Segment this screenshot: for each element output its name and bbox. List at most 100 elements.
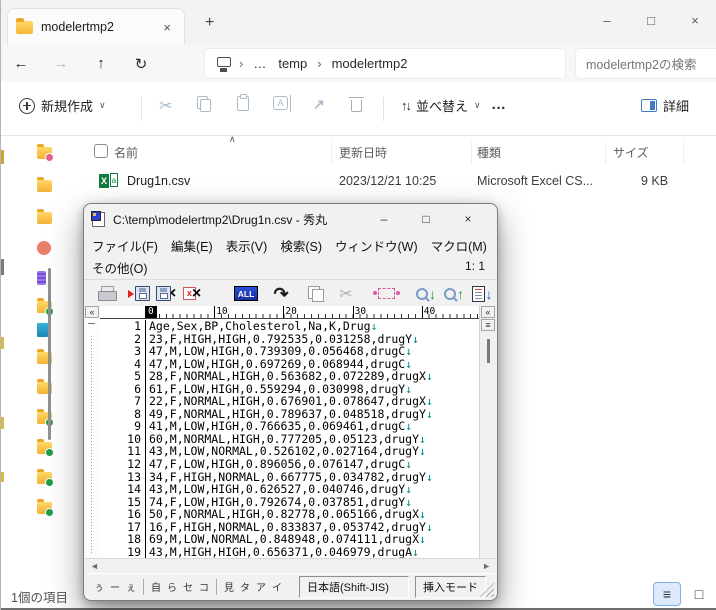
delete-button[interactable] xyxy=(349,96,364,112)
details-button[interactable]: 詳細 xyxy=(641,96,689,115)
back-button[interactable]: ← xyxy=(1,55,41,72)
encoding-indicator[interactable]: 日本語(Shift-JIS) xyxy=(299,575,409,598)
menu-item[interactable]: マクロ(M) xyxy=(431,236,487,255)
cut-button[interactable]: ✂ xyxy=(159,96,172,116)
minimize-button[interactable]: – xyxy=(585,13,629,28)
statusbar-glyph[interactable]: 見 xyxy=(221,579,237,594)
print-icon[interactable] xyxy=(94,282,120,305)
menu-item[interactable]: 検索(S) xyxy=(280,236,322,255)
screen: modelertmp2 × + – □ × ← → ↑ ↻ › … temp ›… xyxy=(0,0,716,610)
close-x-icon[interactable]: x × xyxy=(179,282,205,305)
paste-button[interactable] xyxy=(237,94,249,111)
large-icons-view-button[interactable]: □ xyxy=(685,582,713,606)
horizontal-scrollbar[interactable]: ◄ ► xyxy=(85,558,496,573)
excel-csv-file-icon: X a xyxy=(99,173,118,189)
sidebar-folder-check-icon[interactable] xyxy=(37,499,54,517)
ruler-number: 10 xyxy=(214,306,228,318)
copy-icon[interactable] xyxy=(303,282,329,305)
breadcrumb-ellipsis[interactable]: … xyxy=(247,56,272,71)
sidebar-circle-red-icon[interactable] xyxy=(37,241,51,255)
open-icon[interactable] xyxy=(126,282,152,305)
chevron-down-icon: ∨ xyxy=(474,100,481,110)
breadcrumb[interactable]: › … temp › modelertmp2 xyxy=(204,48,566,79)
collapse-left-button[interactable]: « xyxy=(85,306,99,318)
save-close-icon[interactable]: × xyxy=(153,282,179,305)
collapse-right-button[interactable]: « xyxy=(481,306,495,318)
select-all-icon[interactable]: ALL xyxy=(233,282,259,305)
share-button[interactable]: ↗ xyxy=(313,96,325,113)
menu-item[interactable]: 表示(V) xyxy=(226,236,268,255)
new-tab-button[interactable]: + xyxy=(197,12,222,34)
tab-close-icon[interactable]: × xyxy=(158,19,176,36)
statusbar-glyph[interactable]: ー xyxy=(107,579,123,594)
menu-item[interactable]: その他(O) xyxy=(92,258,148,277)
up-button[interactable]: ↑ xyxy=(81,55,121,72)
column-name[interactable]: 名前 xyxy=(114,144,138,161)
editor-close-button[interactable]: × xyxy=(447,212,489,226)
more-button[interactable]: … xyxy=(491,96,506,113)
sidebar-folder-icon[interactable] xyxy=(37,209,52,224)
editor-text-area[interactable]: « 0 10 20 30 40 « ≡ 1 Age,Sex,BP,Cholesterol,… xyxy=(85,306,496,558)
input-mode-indicator[interactable]: 挿入モード xyxy=(415,575,486,598)
menu-item[interactable]: 編集(E) xyxy=(171,236,213,255)
cut-icon[interactable]: ✂ xyxy=(333,282,359,305)
search-input[interactable]: modelertmp2の検索 xyxy=(575,48,716,79)
editor-title-bar[interactable]: C:\temp\modelertmp2\Drug1n.csv - 秀丸 – □ … xyxy=(84,204,497,234)
scroll-right-icon[interactable]: ► xyxy=(482,561,491,571)
clipboard-icon xyxy=(237,94,249,111)
refresh-button[interactable]: ↻ xyxy=(121,55,161,73)
nav-scrollbar[interactable] xyxy=(48,268,51,440)
statusbar-glyph[interactable]: 自 xyxy=(148,579,164,594)
grep-icon[interactable]: ↓ xyxy=(469,282,495,305)
newline-mark-icon: ↓ xyxy=(412,544,420,558)
file-name[interactable]: Drug1n.csv xyxy=(127,174,190,188)
newline-mark-icon: ↓ xyxy=(412,331,420,346)
close-button[interactable]: × xyxy=(673,13,716,28)
new-button[interactable]: 新規作成 ∨ xyxy=(19,96,106,115)
statusbar-glyph[interactable]: ア xyxy=(253,579,269,594)
breadcrumb-temp[interactable]: temp xyxy=(272,56,313,71)
explorer-tab[interactable]: modelertmp2 × xyxy=(7,8,185,45)
menu-item[interactable]: ファイル(F) xyxy=(92,236,158,255)
sort-button[interactable]: ↑↓ 並べ替え ∨ xyxy=(401,96,481,115)
editor-menubar-row1: ファイル(F) 編集(E) 表示(V) 検索(S) ウィンドウ(W) マクロ(M) xyxy=(84,234,497,257)
vertical-scrollbar-thumb[interactable] xyxy=(487,339,490,363)
this-pc-icon[interactable] xyxy=(217,57,231,70)
file-row[interactable]: X a Drug1n.csv 2023/12/21 10:25 Microsof… xyxy=(81,168,716,196)
scroll-left-icon[interactable]: ◄ xyxy=(90,561,99,571)
sidebar-folder-dot-pink-icon[interactable] xyxy=(37,144,54,162)
statusbar-glyph[interactable]: ぅ xyxy=(91,579,107,594)
statusbar-glyph[interactable]: ぇ xyxy=(123,579,139,594)
rename-button[interactable]: A xyxy=(273,95,291,112)
details-view-button[interactable]: ≡ xyxy=(653,582,681,606)
editor-maximize-button[interactable]: □ xyxy=(405,212,447,226)
statusbar-glyph[interactable]: ら xyxy=(164,579,180,594)
column-date[interactable]: 更新日時 xyxy=(339,144,387,161)
nav-edge-icon xyxy=(1,259,4,275)
redo-icon[interactable]: ↷ xyxy=(268,282,294,305)
statusbar-glyph[interactable]: イ xyxy=(269,579,285,594)
statusbar-glyph[interactable]: セ xyxy=(180,579,196,594)
newline-mark-icon: ↓ xyxy=(425,369,433,384)
newline-mark-icon: ↓ xyxy=(425,406,433,421)
maximize-button[interactable]: □ xyxy=(629,13,673,28)
sidebar-drive-blue-icon[interactable] xyxy=(37,323,48,337)
find-next-icon[interactable]: ↓ xyxy=(413,282,439,305)
sidebar-folder-icon[interactable] xyxy=(37,177,52,192)
column-size[interactable]: サイズ xyxy=(613,144,649,161)
sidebar-purple-icon[interactable] xyxy=(37,271,46,285)
statusbar-glyph[interactable]: コ xyxy=(196,579,212,594)
editor-minimize-button[interactable]: – xyxy=(363,212,405,226)
paste-box-icon[interactable] xyxy=(372,282,400,305)
find-prev-icon[interactable]: ↑ xyxy=(441,282,467,305)
forward-button[interactable]: → xyxy=(41,55,81,72)
breadcrumb-modelertmp2[interactable]: modelertmp2 xyxy=(326,56,414,71)
statusbar-glyph[interactable]: タ xyxy=(237,579,253,594)
copy-button[interactable] xyxy=(196,96,212,112)
column-type[interactable]: 種類 xyxy=(477,144,501,161)
outline-list-icon[interactable]: ≡ xyxy=(481,319,495,331)
select-all-checkbox[interactable] xyxy=(94,144,108,158)
menu-item[interactable]: ウィンドウ(W) xyxy=(335,236,418,255)
sidebar-folder-check-icon[interactable] xyxy=(37,439,54,457)
sidebar-folder-check-icon[interactable] xyxy=(37,469,54,487)
